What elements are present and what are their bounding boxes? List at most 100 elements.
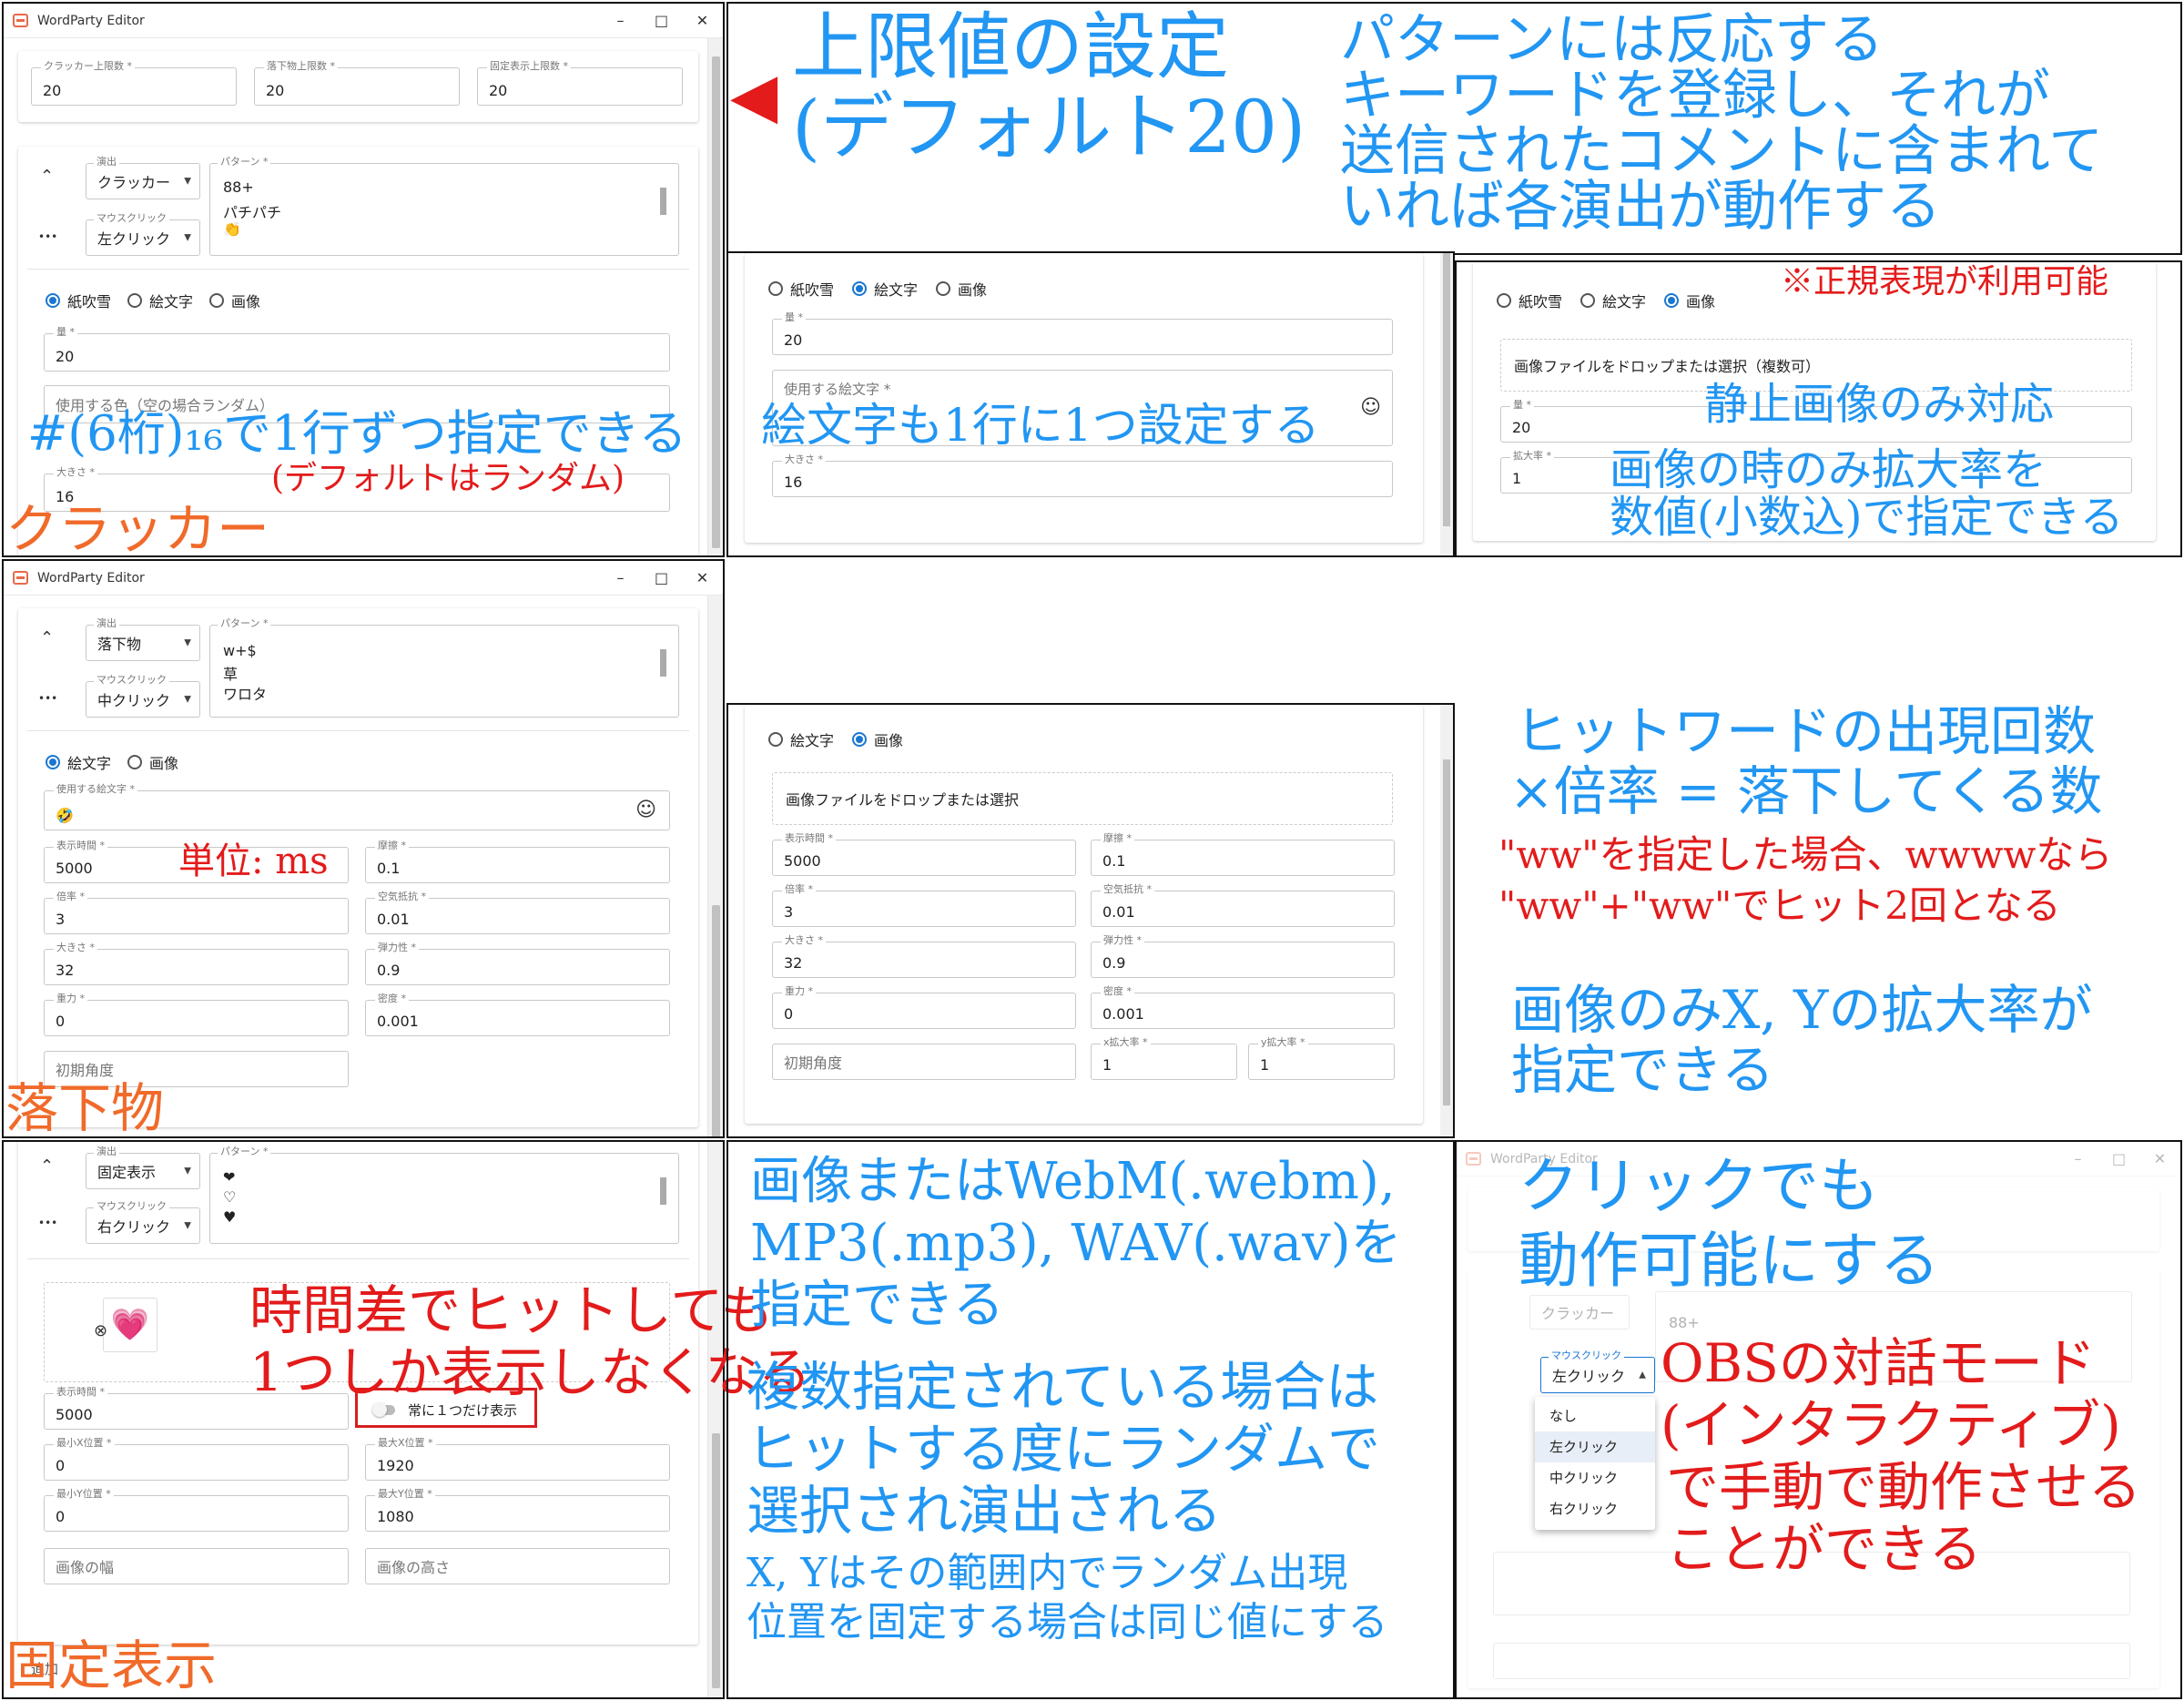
- radio-confetti[interactable]: 紙吹雪: [1497, 290, 1562, 311]
- more-icon[interactable]: •••: [38, 692, 57, 705]
- multiplier-field[interactable]: 倍率 * 3: [772, 883, 1076, 927]
- elasticity-field[interactable]: 弾力性 * 0.9: [1091, 934, 1395, 978]
- select-label: マウスクリック: [94, 674, 169, 687]
- menu-item-left-click[interactable]: 左クリック: [1535, 1431, 1655, 1462]
- minimize-button[interactable]: –: [600, 4, 641, 38]
- size-field[interactable]: 大きさ * 32: [772, 934, 1076, 978]
- effect-select[interactable]: 演出 クラッカー ▼: [86, 156, 200, 199]
- menu-item-none[interactable]: なし: [1535, 1401, 1655, 1431]
- media-note-line3: 指定できる: [750, 1276, 1004, 1335]
- size-field[interactable]: 大きさ * 32: [44, 942, 349, 985]
- maximize-button[interactable]: □: [641, 561, 682, 596]
- quantity-field[interactable]: 量 * 20: [44, 326, 670, 372]
- mouse-click-select[interactable]: マウスクリック 左クリック ▲: [1540, 1350, 1655, 1393]
- friction-field[interactable]: 摩擦 * 0.1: [365, 840, 670, 883]
- effect-select[interactable]: 演出 固定表示 ▼: [86, 1146, 200, 1189]
- elasticity-field[interactable]: 弾力性 * 0.9: [365, 942, 670, 985]
- radio-confetti[interactable]: 紙吹雪: [768, 278, 834, 300]
- menu-item-middle-click[interactable]: 中クリック: [1535, 1462, 1655, 1493]
- collapse-icon[interactable]: ⌃: [40, 167, 54, 186]
- x-scale-field[interactable]: x拡大率 * 1: [1091, 1036, 1237, 1080]
- window-scrollbar[interactable]: [707, 1142, 723, 1697]
- static-image-note: 静止画像のみ対応: [1704, 379, 2055, 430]
- multiplier-field[interactable]: 倍率 * 3: [44, 891, 349, 934]
- y-scale-field[interactable]: y拡大率 * 1: [1248, 1036, 1395, 1080]
- more-icon[interactable]: •••: [38, 1217, 57, 1229]
- close-button[interactable]: ✕: [682, 561, 723, 596]
- pattern-scrollbar[interactable]: [658, 177, 667, 244]
- pattern-scrollbar[interactable]: [658, 1166, 667, 1232]
- density-field[interactable]: 密度 * 0.001: [1091, 985, 1395, 1029]
- quantity-field[interactable]: 量 * 20: [772, 311, 1393, 355]
- window-scrollbar[interactable]: [707, 596, 723, 1136]
- field-label: 最大Y位置 *: [375, 1488, 435, 1501]
- friction-field[interactable]: 摩擦 * 0.1: [1091, 832, 1395, 876]
- falling-limit-field[interactable]: 落下物上限数 * 20: [254, 60, 460, 106]
- close-button[interactable]: ✕: [682, 4, 723, 38]
- minimize-button[interactable]: –: [600, 561, 641, 596]
- pattern-textarea[interactable]: パターン * 88+ パチパチ 👏: [209, 156, 679, 256]
- air-resistance-field[interactable]: 空気抵抗 * 0.01: [1091, 883, 1395, 927]
- radio-emoji[interactable]: 絵文字: [1580, 290, 1646, 311]
- mouse-click-select[interactable]: マウスクリック 右クリック ▼: [86, 1200, 200, 1244]
- pattern-line: w+$: [223, 642, 257, 659]
- emoji-field[interactable]: 使用する絵文字 * 🤣 ☺: [44, 783, 670, 830]
- density-field[interactable]: 密度 * 0.001: [365, 993, 670, 1036]
- radio-confetti[interactable]: 紙吹雪: [46, 290, 111, 311]
- remove-image-icon[interactable]: ⊗: [94, 1321, 107, 1340]
- pattern-textarea[interactable]: パターン * w+$ 草 ワロタ: [209, 617, 679, 718]
- max-x-field[interactable]: 最大X位置 * 1920: [365, 1437, 670, 1481]
- show-only-one-toggle[interactable]: 常に１つだけ表示: [372, 1401, 517, 1420]
- pattern-textarea[interactable]: パターン * ❤ ♡ ♥: [209, 1146, 679, 1244]
- field-label: 重力 *: [782, 985, 816, 998]
- image-width-field[interactable]: 画像の幅: [44, 1548, 349, 1584]
- radio-emoji[interactable]: 絵文字: [127, 290, 193, 311]
- radio-label: 絵文字: [790, 732, 835, 749]
- radio-image[interactable]: 画像: [209, 290, 260, 311]
- emoji-picker-icon[interactable]: ☺: [1360, 396, 1381, 419]
- field-value: 20: [43, 82, 62, 99]
- size-field[interactable]: 大きさ * 16: [772, 453, 1393, 497]
- radio-emoji[interactable]: 絵文字: [852, 278, 918, 300]
- max-y-field[interactable]: 最大Y位置 * 1080: [365, 1488, 670, 1532]
- radio-image[interactable]: 画像: [1664, 290, 1715, 311]
- radio-image[interactable]: 画像: [936, 278, 987, 300]
- min-x-field[interactable]: 最小X位置 * 0: [44, 1437, 349, 1481]
- scrollbar[interactable]: [1440, 705, 1453, 1136]
- pattern-line: ♥: [223, 1208, 237, 1226]
- pattern-note-line1: パターンには反応する: [1340, 8, 1884, 72]
- gravity-field[interactable]: 重力 * 0: [772, 985, 1076, 1029]
- mouse-click-select[interactable]: マウスクリック 左クリック ▼: [86, 212, 200, 256]
- radio-image[interactable]: 画像: [852, 728, 903, 750]
- menu-item-right-click[interactable]: 右クリック: [1535, 1493, 1655, 1524]
- image-height-field[interactable]: 画像の高さ: [365, 1548, 670, 1584]
- effect-select[interactable]: 演出 落下物 ▼: [86, 617, 200, 661]
- pattern-scrollbar[interactable]: [658, 638, 667, 706]
- collapse-icon[interactable]: ⌃: [40, 1156, 54, 1176]
- radio-emoji[interactable]: 絵文字: [768, 728, 834, 750]
- field-value: 0: [784, 1005, 794, 1023]
- falling-card: ⌃ ••• 演出 落下物 ▼ マウスクリック 中クリック ▼ パターン * w+…: [18, 608, 698, 1127]
- maximize-button[interactable]: □: [641, 4, 682, 38]
- display-time-field[interactable]: 表示時間 * 5000: [772, 832, 1076, 876]
- more-icon[interactable]: •••: [38, 230, 57, 243]
- pattern-line: パチパチ: [223, 204, 282, 221]
- field-label: 落下物上限数 *: [264, 60, 338, 73]
- collapse-icon[interactable]: ⌃: [40, 628, 54, 647]
- effect-select: クラッカー: [1529, 1295, 1630, 1329]
- radio-image[interactable]: 画像: [127, 751, 178, 773]
- obs-note-line1: OBSの対話モード: [1661, 1332, 2096, 1394]
- image-drop-zone[interactable]: 画像ファイルをドロップまたは選択: [772, 772, 1393, 825]
- cracker-limit-field[interactable]: クラッカー上限数 * 20: [31, 60, 237, 106]
- mouse-click-select[interactable]: マウスクリック 中クリック ▼: [86, 674, 200, 718]
- scrollbar[interactable]: [1440, 253, 1453, 555]
- window-scrollbar[interactable]: [707, 38, 723, 555]
- fixed-limit-field[interactable]: 固定表示上限数 * 20: [477, 60, 683, 106]
- gravity-field[interactable]: 重力 * 0: [44, 993, 349, 1036]
- emoji-picker-icon[interactable]: ☺: [635, 799, 656, 821]
- select-label: 演出: [94, 1146, 119, 1158]
- air-resistance-field[interactable]: 空気抵抗 * 0.01: [365, 891, 670, 934]
- min-y-field[interactable]: 最小Y位置 * 0: [44, 1488, 349, 1532]
- initial-angle-field[interactable]: 初期角度: [772, 1044, 1076, 1080]
- radio-emoji[interactable]: 絵文字: [46, 751, 111, 773]
